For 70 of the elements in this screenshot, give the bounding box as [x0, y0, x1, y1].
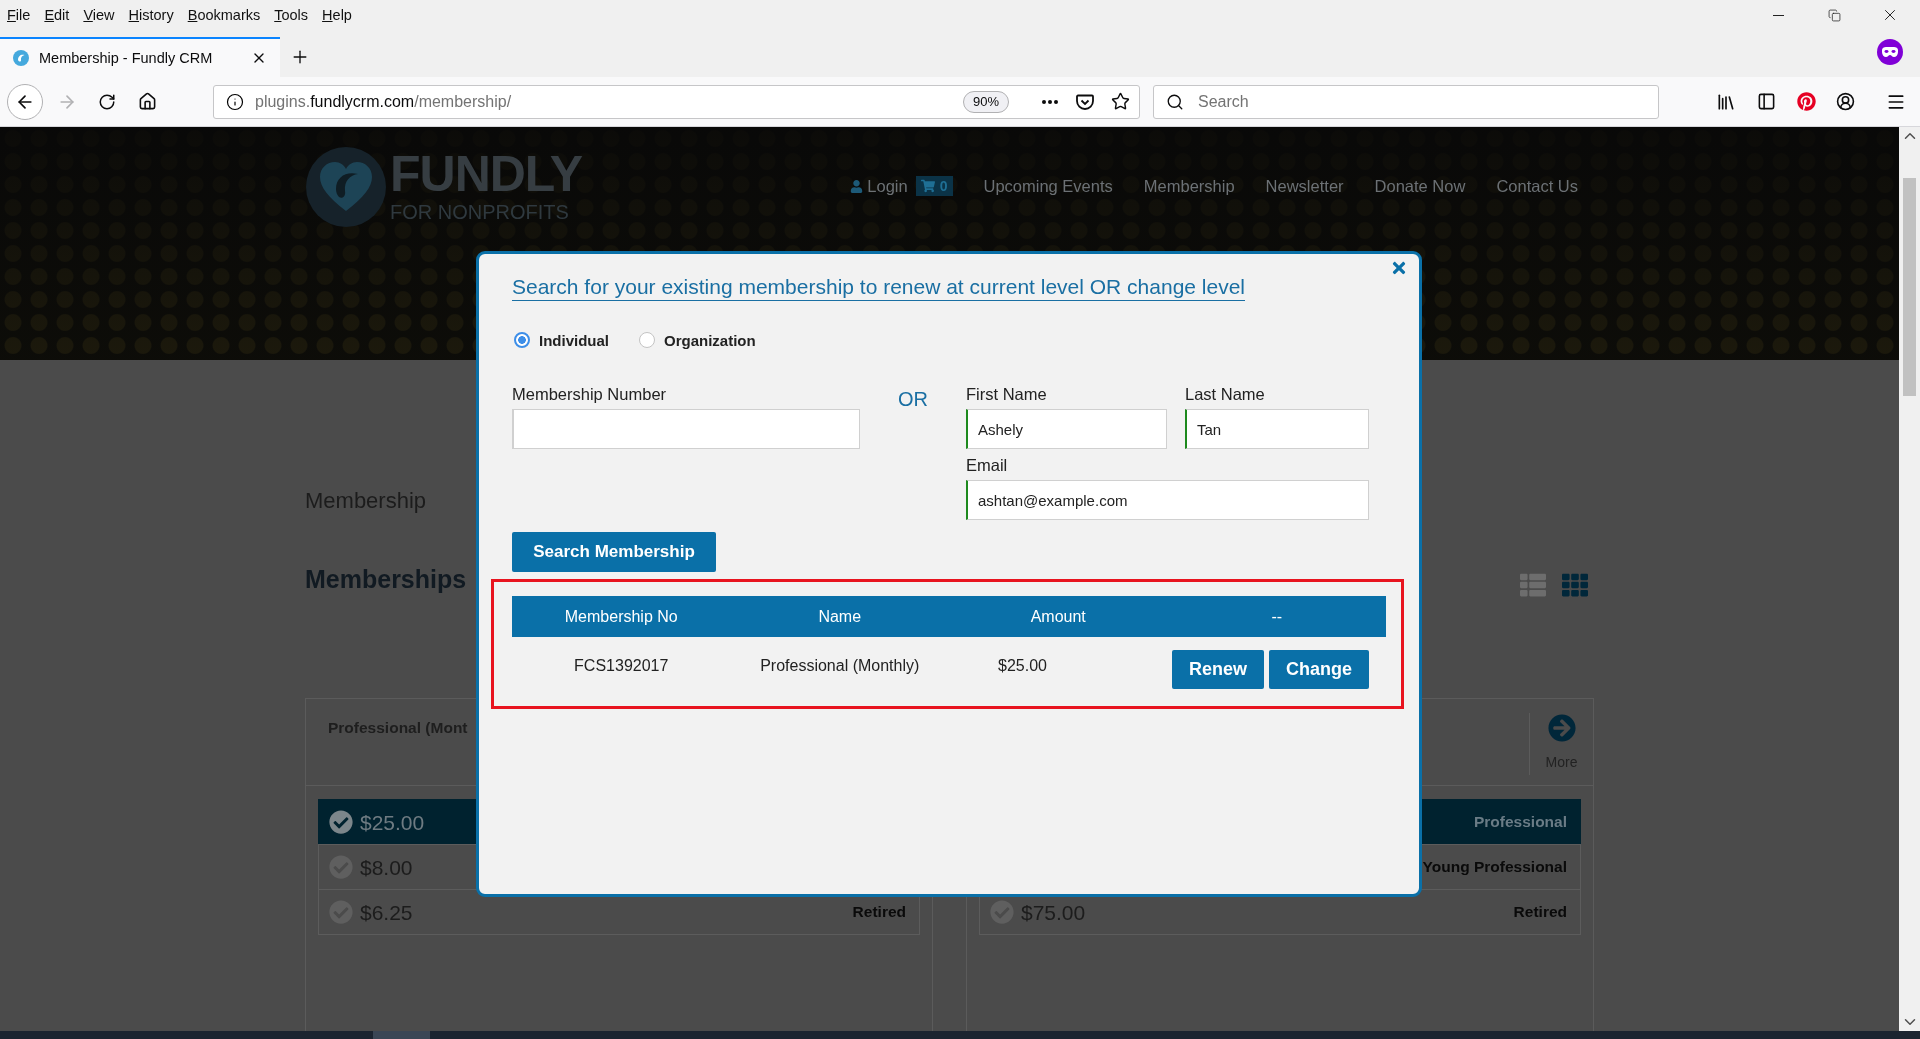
price-label: Retired	[1513, 903, 1567, 921]
close-icon	[1390, 259, 1408, 277]
cart-icon	[920, 179, 935, 193]
text-field[interactable]	[512, 409, 860, 449]
mask-icon[interactable]	[1877, 38, 1903, 65]
table-cell: FCS1392017	[574, 656, 669, 675]
action-button[interactable]: Change	[1269, 649, 1369, 689]
price-label: Professional	[1473, 813, 1567, 831]
info-icon[interactable]	[226, 92, 244, 111]
back-button[interactable]	[7, 83, 43, 120]
nav-link[interactable]: Upcoming Events	[983, 176, 1113, 196]
section-heading: Memberships	[305, 564, 467, 595]
menu-item[interactable]: Tools	[267, 5, 316, 25]
price-label: Young Professional	[1422, 858, 1567, 876]
home-icon	[137, 92, 157, 111]
nav-link[interactable]: Donate Now	[1374, 176, 1466, 196]
search-button[interactable]: Search Membership	[512, 532, 716, 572]
text-field[interactable]: Ashely	[966, 409, 1167, 449]
action-button[interactable]: Renew	[1171, 649, 1264, 689]
column-header: --	[1271, 607, 1283, 626]
nav-link[interactable]: Membership	[1143, 176, 1235, 196]
radio-option[interactable]: Organization	[639, 331, 756, 349]
price-label: Retired	[852, 903, 906, 921]
table-cell: Professional (Monthly)	[760, 656, 920, 675]
account-icon	[1835, 92, 1855, 111]
pinterest-icon	[1796, 92, 1816, 111]
list-icon	[1520, 572, 1546, 598]
grid-icon	[1562, 572, 1588, 598]
swirl-icon	[13, 50, 29, 66]
radio-icon[interactable]	[514, 332, 530, 348]
pocket-icon	[1076, 92, 1094, 111]
field-label: Email	[966, 455, 1008, 475]
menu-item[interactable]: History	[121, 5, 181, 25]
field-label: Last Name	[1185, 384, 1265, 404]
url-text: plugins.fundlycrm.com/membership/	[255, 92, 512, 111]
table-cell: $25.00	[998, 656, 1047, 675]
field-label: Membership Number	[512, 384, 667, 404]
price-amount: $25.00	[360, 811, 425, 833]
reload-icon	[98, 92, 116, 111]
nav-link[interactable]: Newsletter	[1265, 176, 1344, 196]
radio-option[interactable]: Individual	[514, 331, 609, 349]
user-icon	[850, 179, 864, 193]
or-separator: OR	[898, 387, 928, 411]
scroll-thumb[interactable]	[1903, 178, 1916, 396]
zoom-level-button[interactable]: 90%	[962, 90, 1009, 113]
radio-icon[interactable]	[639, 332, 655, 348]
text-field[interactable]: Tan	[1185, 409, 1369, 449]
menu-item[interactable]: File	[0, 5, 38, 25]
column-header: Amount	[1030, 607, 1086, 626]
minimize-icon	[1772, 14, 1784, 16]
modal-heading: Search for your existing membership to renew at current level OR change level	[512, 275, 1245, 301]
text-field[interactable]: ashtan@example.com	[966, 480, 1369, 520]
field-label: First Name	[966, 384, 1047, 404]
nav-link[interactable]: Contact Us	[1496, 176, 1578, 196]
menu-item[interactable]: Edit	[37, 5, 77, 25]
address-bar[interactable]: plugins.fundlycrm.com/membership/ 90%	[213, 84, 1140, 119]
ellipsis-icon	[1042, 99, 1058, 104]
sidebar-icon	[1756, 92, 1776, 111]
search-field[interactable]: Search	[1153, 84, 1659, 119]
column-header: Membership No	[564, 607, 678, 626]
menu-item[interactable]: View	[76, 5, 122, 25]
login-link[interactable]: Login	[850, 176, 908, 196]
menu-item[interactable]: Help	[315, 5, 359, 25]
menu-item[interactable]: Bookmarks	[180, 5, 268, 25]
logo-wordmark: FUNDLY	[390, 150, 583, 198]
search-icon	[1166, 92, 1184, 111]
column-header: Name	[818, 607, 862, 626]
star-icon	[1110, 92, 1130, 111]
restore-icon	[1827, 8, 1841, 22]
browser-tab[interactable]: Membership - Fundly CRM	[0, 37, 280, 77]
